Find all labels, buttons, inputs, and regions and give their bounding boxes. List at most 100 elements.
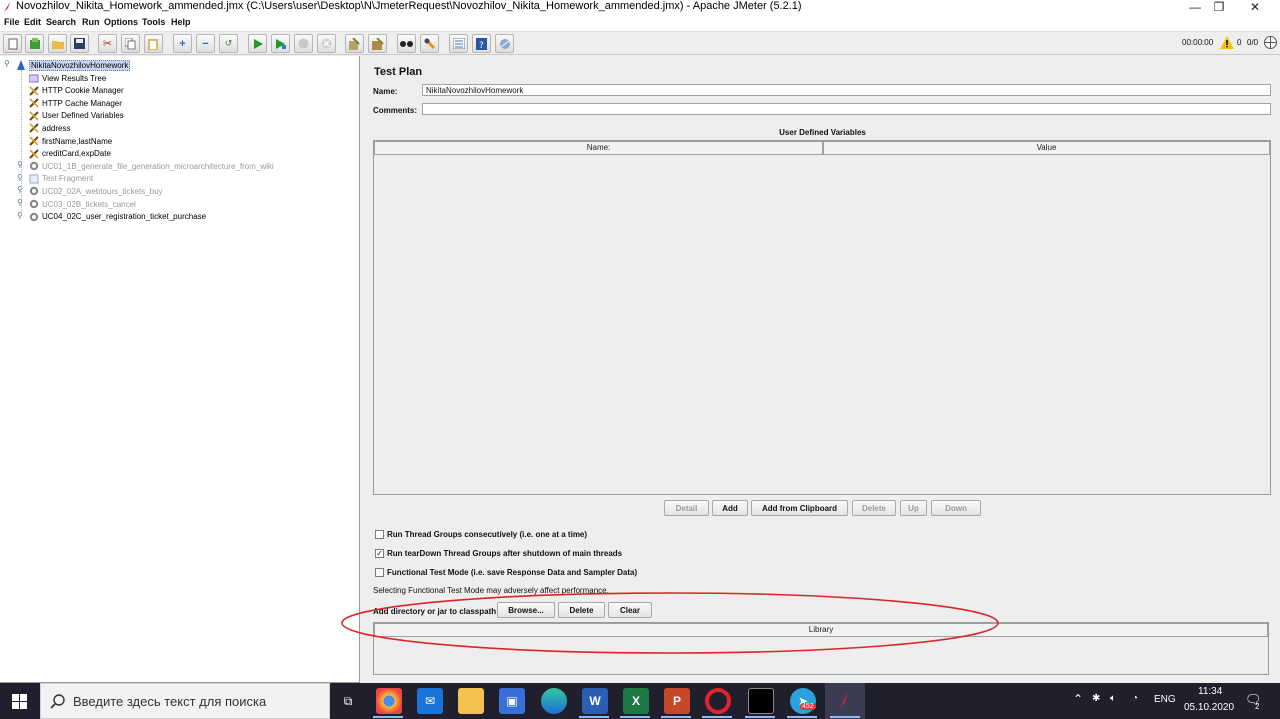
bluetooth-icon[interactable]: ✱ <box>1092 693 1100 704</box>
window-title: Novozhilov_Nikita_Homework_ammended.jmx … <box>16 0 802 12</box>
tree-node[interactable]: HTTP Cookie Manager <box>29 85 124 97</box>
explorer-icon[interactable] <box>458 688 484 714</box>
up-button[interactable]: Up <box>900 500 927 516</box>
close-button[interactable]: ✕ <box>1232 0 1278 14</box>
collapse-icon[interactable]: − <box>196 34 215 53</box>
mail-icon[interactable]: ✉ <box>417 688 443 714</box>
telegram-active-indicator <box>787 716 817 718</box>
powerpoint-icon[interactable]: P <box>664 688 690 714</box>
tree-node[interactable]: Test Fragment <box>29 173 93 185</box>
chrome-icon[interactable] <box>376 688 402 714</box>
start-no-pause-icon[interactable] <box>271 34 290 53</box>
tree-node[interactable]: address <box>29 122 70 134</box>
excel-icon[interactable]: X <box>623 688 649 714</box>
function-helper-icon[interactable] <box>449 34 468 53</box>
warning-icon[interactable] <box>1220 36 1234 49</box>
tray-expand-icon[interactable]: ⌃ <box>1073 692 1083 706</box>
copy-icon[interactable] <box>121 34 140 53</box>
name-input[interactable]: NikitaNovozhilovHomework <box>422 84 1271 96</box>
tree-node[interactable]: UC03_02B_tickets_cancel <box>29 198 136 210</box>
down-button[interactable]: Down <box>931 500 981 516</box>
chrome-active-indicator <box>373 716 403 718</box>
help-icon[interactable]: ? <box>472 34 491 53</box>
clear-icon[interactable] <box>345 34 364 53</box>
test-plan-icon <box>17 60 25 70</box>
tree-node[interactable]: HTTP Cache Manager <box>29 97 122 109</box>
store-icon[interactable]: ▣ <box>499 688 525 714</box>
paste-icon[interactable] <box>144 34 163 53</box>
task-view-icon[interactable]: ⧉ <box>335 688 361 714</box>
tree-node[interactable]: firstName,lastName <box>29 135 112 147</box>
functional-mode-checkbox[interactable] <box>375 568 384 577</box>
tree-node[interactable]: User Defined Variables <box>29 110 124 122</box>
annotation-ellipse <box>341 592 999 654</box>
stop-icon[interactable] <box>294 34 313 53</box>
menu-edit[interactable]: Edit <box>24 17 41 27</box>
toggle-icon[interactable]: ↺ <box>219 34 238 53</box>
windows-start-icon[interactable] <box>12 694 27 709</box>
menu-help[interactable]: Help <box>171 17 191 27</box>
comments-input[interactable] <box>422 103 1271 115</box>
cut-icon[interactable]: ✂ <box>98 34 117 53</box>
menu-search[interactable]: Search <box>46 17 76 27</box>
new-icon[interactable] <box>3 34 22 53</box>
panel-title: Test Plan <box>374 66 423 78</box>
language-indicator[interactable]: ENG <box>1154 694 1176 705</box>
root-expander-icon[interactable]: ⚲ <box>4 59 10 68</box>
notification-count: 2 <box>1255 702 1260 711</box>
volume-icon[interactable]: 🔈︎ <box>1110 693 1116 704</box>
expand-icon[interactable]: + <box>173 34 192 53</box>
add-button[interactable]: Add <box>712 500 748 516</box>
opera-icon[interactable] <box>705 688 731 714</box>
tree-node[interactable]: UC02_02A_webtours_tickets_buy <box>29 185 163 197</box>
thread-group-icon <box>29 187 39 196</box>
word-icon[interactable]: W <box>582 688 608 714</box>
detail-button[interactable]: Detail <box>664 500 709 516</box>
run-consecutively-checkbox[interactable] <box>375 530 384 539</box>
udv-title: User Defined Variables <box>779 128 866 137</box>
terminal-icon[interactable] <box>748 688 774 714</box>
taskbar-search-box[interactable]: Введите здесь текст для поиска <box>40 683 330 719</box>
delete-button[interactable]: Delete <box>852 500 896 516</box>
remote-status-icon[interactable] <box>1264 36 1277 49</box>
shutdown-icon[interactable] <box>317 34 336 53</box>
teardown-checkbox[interactable]: ✓ <box>375 549 384 558</box>
jmeter-taskbar-button[interactable] <box>825 683 865 719</box>
name-label: Name: <box>373 87 398 96</box>
clear-all-icon[interactable] <box>368 34 387 53</box>
templates-icon[interactable] <box>25 34 44 53</box>
run-consecutively-label: Run Thread Groups consecutively (i.e. on… <box>387 530 588 539</box>
menu-tools[interactable]: Tools <box>142 17 165 27</box>
tree-node[interactable]: UC01_1B_generate_file_generation_microar… <box>29 160 274 172</box>
reset-search-icon[interactable] <box>420 34 439 53</box>
tree-node[interactable]: UC04_02C_user_registration_ticket_purcha… <box>29 211 206 223</box>
wifi-icon[interactable]: ◔ <box>1132 693 1138 704</box>
config-icon <box>29 98 39 108</box>
tree-root-node[interactable]: NikitaNovozhilovHomework <box>16 59 131 71</box>
menu-run[interactable]: Run <box>82 17 100 27</box>
tree-node-label: creditCard,expDate <box>42 149 111 159</box>
tree-node-label: View Results Tree <box>42 73 107 83</box>
test-plan-tree[interactable]: ⚲ NikitaNovozhilovHomework View Results … <box>0 56 360 683</box>
tree-node[interactable]: View Results Tree <box>29 72 106 84</box>
tree-node-label: HTTP Cookie Manager <box>42 86 124 96</box>
menu-options[interactable]: Options <box>104 17 138 27</box>
config-icon <box>29 85 39 96</box>
tree-node-label: UC04_02C_user_registration_ticket_purcha… <box>42 212 207 222</box>
remote-icon[interactable] <box>495 34 514 53</box>
start-icon[interactable] <box>248 34 267 53</box>
telegram-icon[interactable]: ➤ <box>790 688 816 714</box>
save-icon[interactable] <box>70 34 89 53</box>
open-icon[interactable] <box>48 34 67 53</box>
search-icon[interactable] <box>397 34 416 53</box>
clock-date[interactable]: 05.10.2020 <box>1184 702 1234 713</box>
powerpoint-active-indicator <box>661 716 691 718</box>
udv-name-column[interactable]: Name: <box>374 141 823 155</box>
udv-table[interactable]: Name: Value <box>373 140 1271 495</box>
tree-node[interactable]: creditCard,expDate <box>29 148 111 160</box>
clock-time[interactable]: 11:34 <box>1198 686 1222 697</box>
udv-value-column[interactable]: Value <box>823 141 1270 155</box>
menu-file[interactable]: File <box>4 17 20 27</box>
add-from-clipboard-button[interactable]: Add from Clipboard <box>751 500 848 516</box>
edge-icon[interactable] <box>541 688 567 714</box>
